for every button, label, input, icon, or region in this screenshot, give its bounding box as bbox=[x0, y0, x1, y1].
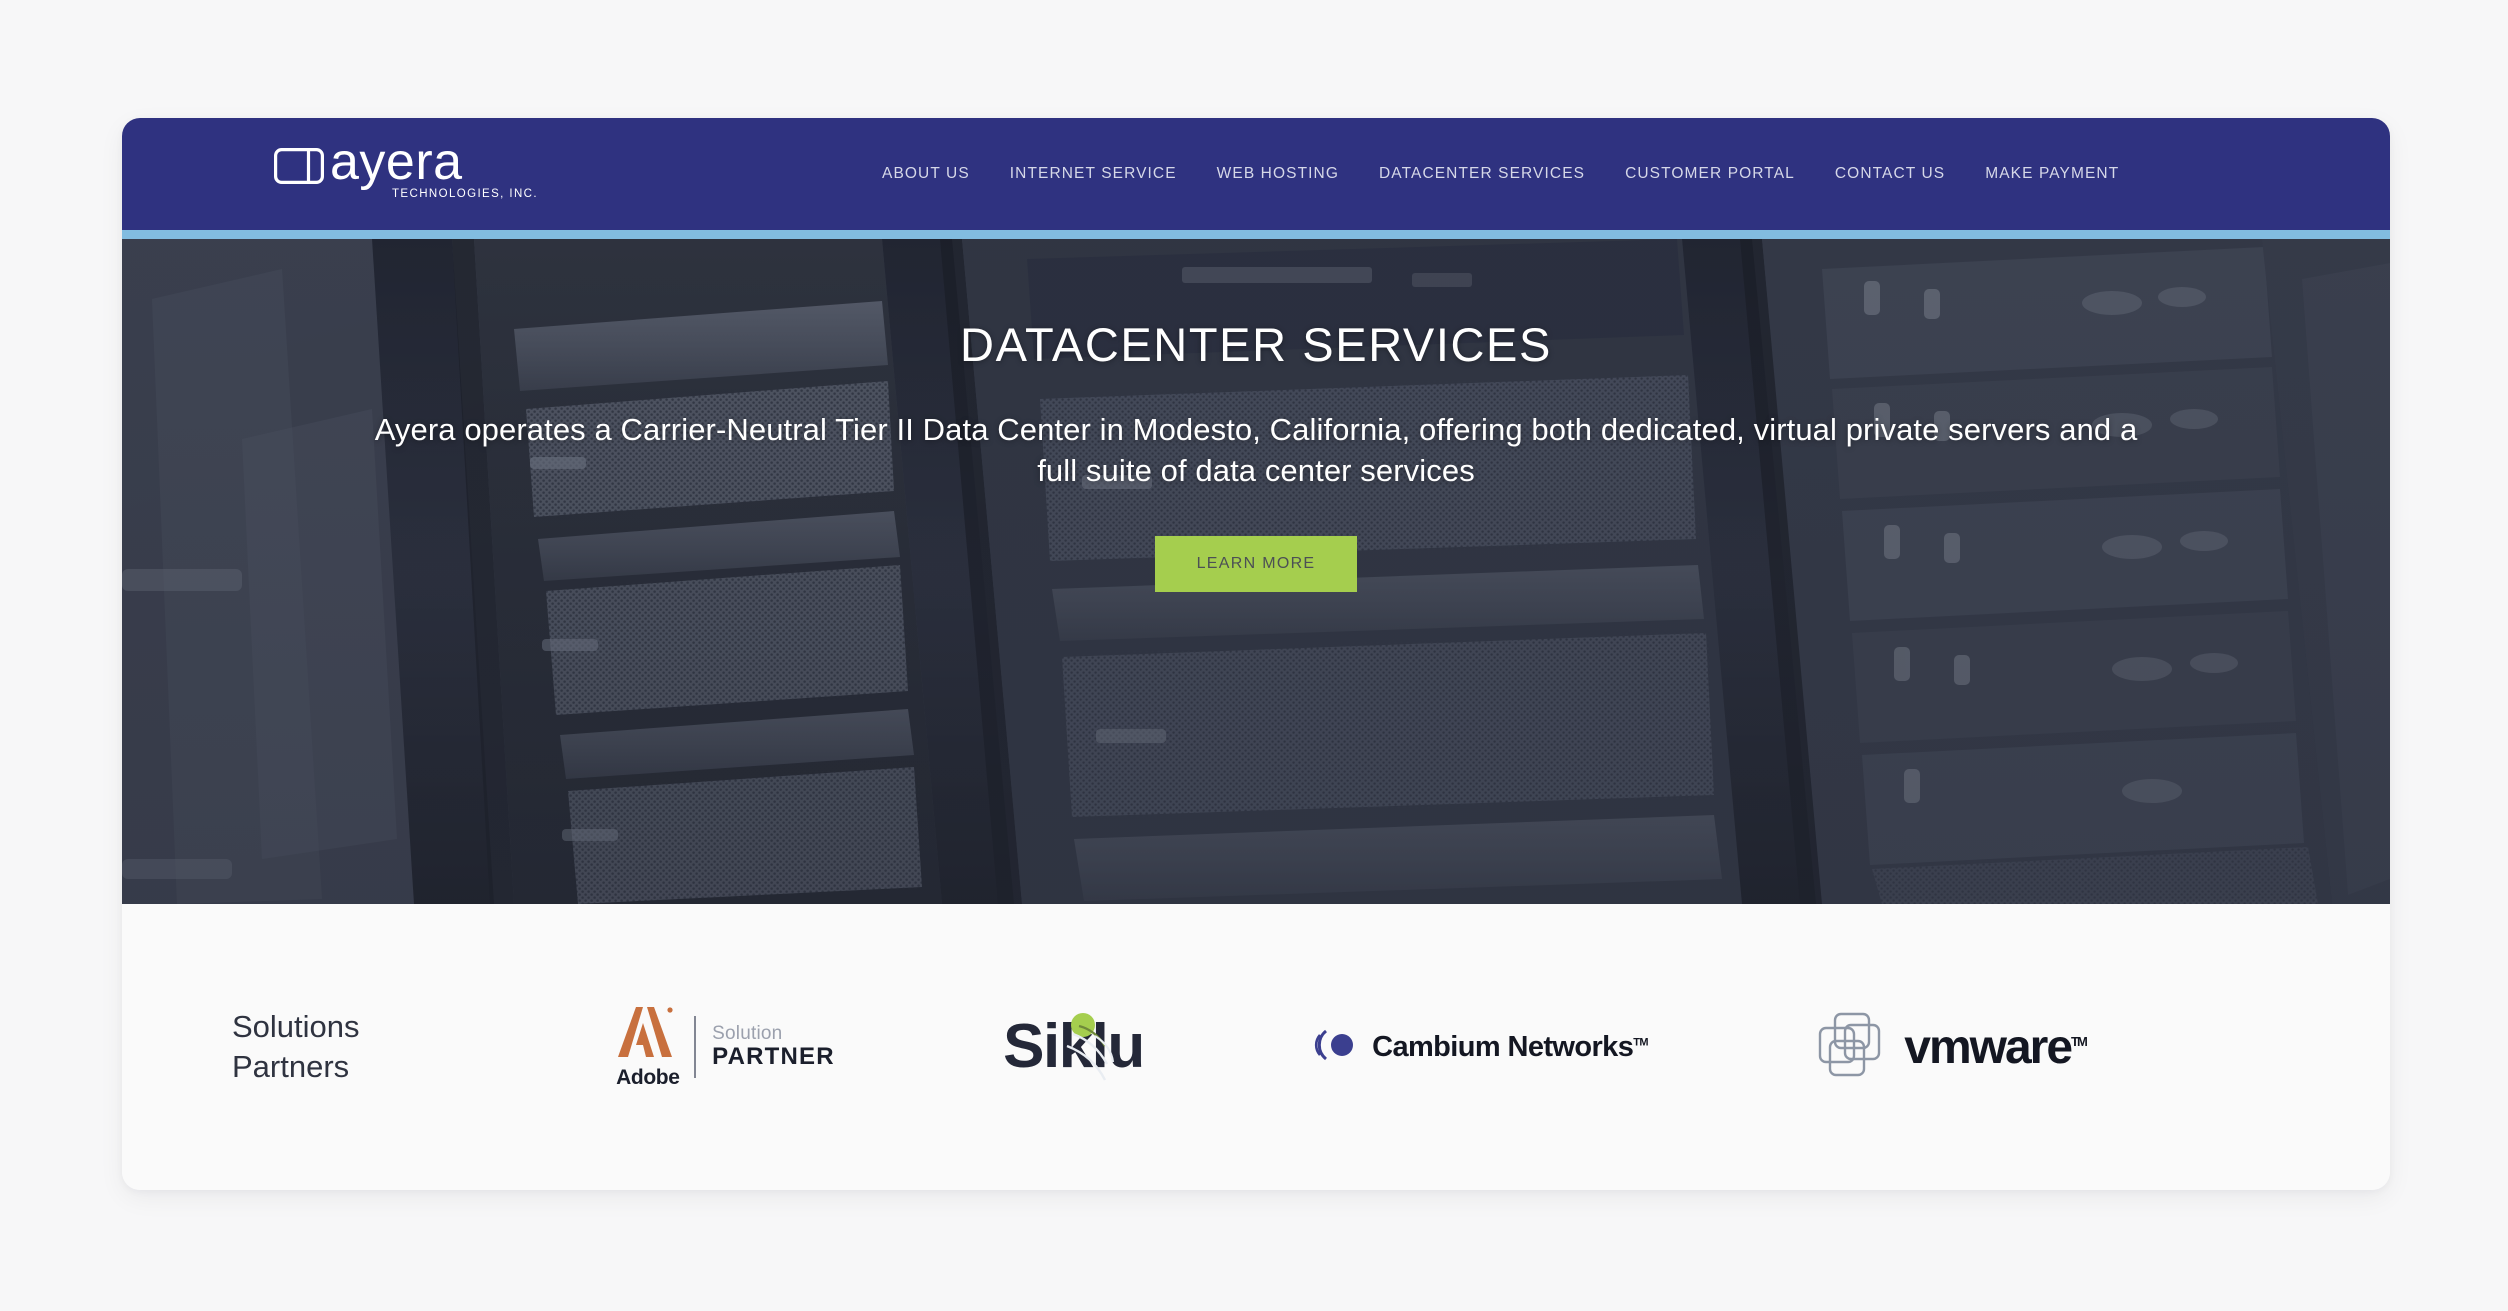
ayera-logo-wordmark: ayera bbox=[330, 133, 463, 191]
siklu-logo[interactable]: Siklu bbox=[1003, 1013, 1145, 1081]
page-card: ayera TECHNOLOGIES, INC. ABOUT US INTERN… bbox=[122, 118, 2390, 1190]
nav-item-make-payment[interactable]: MAKE PAYMENT bbox=[1965, 165, 2139, 183]
adobe-solution-label: Solution bbox=[712, 1022, 783, 1044]
hero-subtitle: Ayera operates a Carrier-Neutral Tier II… bbox=[374, 411, 2138, 489]
cambium-wordmark: Cambium NetworksTM bbox=[1372, 1030, 1648, 1063]
adobe-wordmark: Adobe bbox=[616, 1065, 680, 1089]
vmware-trademark: TM bbox=[2071, 1033, 2088, 1049]
nav-item-contact-us[interactable]: CONTACT US bbox=[1815, 165, 1965, 183]
partners-heading-line2: Partners bbox=[232, 1049, 350, 1084]
nav-item-customer-portal[interactable]: CUSTOMER PORTAL bbox=[1605, 165, 1815, 183]
ayera-logo[interactable]: ayera TECHNOLOGIES, INC. bbox=[274, 136, 604, 206]
header-accent-bar bbox=[122, 230, 2390, 239]
adobe-brand-block: Adobe bbox=[616, 1005, 680, 1090]
vmware-wordmark: vmwareTM bbox=[1904, 1020, 2088, 1074]
partners-heading-line1: Solutions bbox=[232, 1009, 360, 1045]
solutions-partners-section: Solutions Partners Adobe Solution PARTNE… bbox=[122, 904, 2390, 1190]
vmware-logo[interactable]: vmwareTM bbox=[1816, 1011, 2088, 1084]
adobe-divider bbox=[694, 1016, 697, 1078]
cambium-networks-logo[interactable]: Cambium NetworksTM bbox=[1312, 1022, 1649, 1073]
nav-item-internet-service[interactable]: INTERNET SERVICE bbox=[990, 165, 1197, 183]
cambium-arc-icon bbox=[1312, 1022, 1358, 1073]
site-header: ayera TECHNOLOGIES, INC. ABOUT US INTERN… bbox=[122, 118, 2390, 239]
solutions-partners-heading: Solutions Partners bbox=[232, 1007, 532, 1086]
vmware-squares-icon bbox=[1816, 1011, 1888, 1084]
hero-banner: DATACENTER SERVICES Ayera operates a Car… bbox=[122, 239, 2390, 904]
adobe-partner-label: PARTNER bbox=[712, 1043, 835, 1071]
ayera-logo-mark bbox=[274, 148, 324, 184]
ayera-logo-tagline: TECHNOLOGIES, INC. bbox=[392, 188, 538, 200]
partner-logo-row: Adobe Solution PARTNER Siklu Cambium Net… bbox=[532, 1005, 2280, 1090]
adobe-solution-partner-logo[interactable]: Adobe Solution PARTNER bbox=[616, 1005, 835, 1090]
adobe-a-icon bbox=[616, 1005, 678, 1064]
hero-content: DATACENTER SERVICES Ayera operates a Car… bbox=[122, 319, 2390, 592]
main-navigation: ABOUT US INTERNET SERVICE WEB HOSTING DA… bbox=[862, 118, 2139, 230]
adobe-partner-text: Solution PARTNER bbox=[712, 1022, 835, 1071]
learn-more-button[interactable]: LEARN MORE bbox=[1154, 535, 1358, 592]
nav-item-web-hosting[interactable]: WEB HOSTING bbox=[1197, 165, 1359, 183]
siklu-signal-icon bbox=[1055, 1012, 1133, 1091]
nav-item-about-us[interactable]: ABOUT US bbox=[862, 165, 990, 183]
hero-title: DATACENTER SERVICES bbox=[960, 318, 1552, 371]
cambium-trademark: TM bbox=[1633, 1035, 1648, 1048]
nav-item-datacenter-services[interactable]: DATACENTER SERVICES bbox=[1359, 165, 1605, 183]
